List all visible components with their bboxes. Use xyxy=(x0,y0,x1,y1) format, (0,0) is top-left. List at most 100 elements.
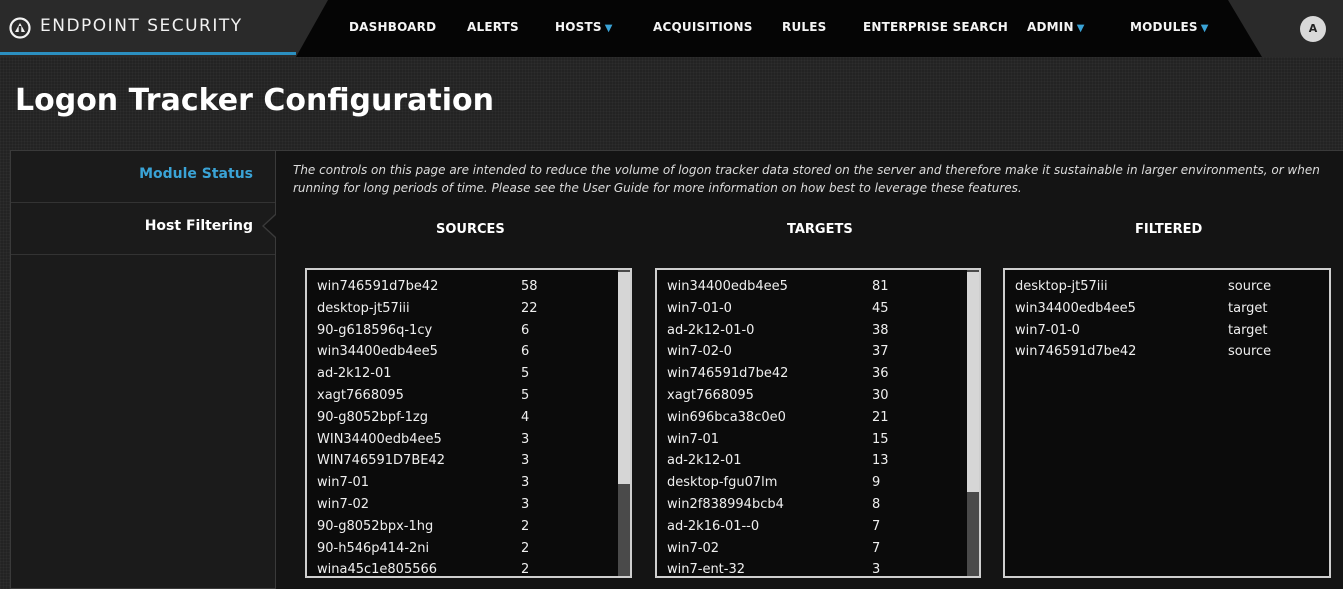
list-item[interactable]: win746591d7be42 source xyxy=(1015,344,1315,366)
host-name: win7-01-0 xyxy=(667,300,732,316)
list-item[interactable]: win7-01-0 45 xyxy=(667,301,967,323)
nav-modules[interactable]: MODULES ▼ xyxy=(1130,20,1209,34)
list-item[interactable]: win34400edb4ee5 target xyxy=(1015,301,1315,323)
list-item[interactable]: xagt7668095 30 xyxy=(667,388,967,410)
sidebar-item-host-filtering[interactable]: Host Filtering xyxy=(11,203,275,255)
filter-type: target xyxy=(1228,300,1268,316)
targets-header: TARGETS xyxy=(787,222,853,237)
host-name: WIN34400edb4ee5 xyxy=(317,431,442,447)
host-count: 2 xyxy=(521,540,530,556)
active-pointer-fill xyxy=(264,215,276,237)
filter-type: source xyxy=(1228,279,1272,294)
sources-list[interactable]: wina45c1e805566 2 90-h546p414-2ni 2 90-g8052… xyxy=(305,268,632,578)
list-item[interactable]: win7-02 3 xyxy=(317,497,617,519)
list-item[interactable]: win7-ent-32 3 xyxy=(667,562,967,576)
list-item[interactable]: win7-02 7 xyxy=(667,541,967,563)
list-item[interactable]: desktop-jt57iii source xyxy=(1015,279,1315,301)
host-name: xagt7668095 xyxy=(317,388,404,403)
host-name: win7-01-0 xyxy=(1015,322,1080,338)
sidebar-item-label: Host Filtering xyxy=(144,218,253,234)
list-item[interactable]: 90-g8052bpx-1hg 2 xyxy=(317,519,617,541)
host-count: 3 xyxy=(521,453,530,469)
host-count: 15 xyxy=(872,431,889,447)
host-count: 3 xyxy=(521,497,530,512)
list-item[interactable]: ad-2k16-01--0 7 xyxy=(667,519,967,541)
nav-dashboard[interactable]: DASHBOARD xyxy=(349,20,436,34)
host-count: 3 xyxy=(521,431,530,447)
filtered-list[interactable]: win746591d7be42 source win7-01-0 target win3… xyxy=(1003,268,1331,578)
chevron-down-icon: ▼ xyxy=(604,23,613,34)
host-name: 90-g8052bpx-1hg xyxy=(317,518,434,534)
host-count: 38 xyxy=(872,322,889,338)
list-item[interactable]: ad-2k12-01-0 38 xyxy=(667,323,967,345)
nav-label: DASHBOARD xyxy=(349,20,437,34)
host-count: 21 xyxy=(872,409,889,425)
host-name: 90-g8052bpf-1zg xyxy=(317,409,428,425)
host-count: 81 xyxy=(872,279,889,294)
list-item[interactable]: win746591d7be42 58 xyxy=(317,279,617,301)
host-name: win746591d7be42 xyxy=(667,366,789,382)
filter-type: source xyxy=(1228,344,1272,360)
targets-scrollbar[interactable] xyxy=(967,270,979,576)
host-name: win7-02-0 xyxy=(667,344,732,360)
filter-type: target xyxy=(1228,322,1268,338)
host-name: win34400edb4ee5 xyxy=(1015,300,1136,316)
host-count: 4 xyxy=(521,409,530,425)
host-name: 90-g618596q-1cy xyxy=(317,322,433,338)
host-name: win34400edb4ee5 xyxy=(317,344,438,360)
list-item[interactable]: win696bca38c0e0 21 xyxy=(667,410,967,432)
nav-hosts[interactable]: HOSTS ▼ xyxy=(555,20,613,34)
host-name: ad-2k12-01 xyxy=(317,366,392,382)
list-item[interactable]: ad-2k12-01 13 xyxy=(667,453,967,475)
list-item[interactable]: win7-01-0 target xyxy=(1015,323,1315,345)
list-item[interactable]: win2f838994bcb4 8 xyxy=(667,497,967,519)
host-count: 9 xyxy=(872,475,881,491)
list-item[interactable]: win746591d7be42 36 xyxy=(667,366,967,388)
sources-scrollbar[interactable] xyxy=(618,270,630,576)
host-count: 3 xyxy=(521,475,530,491)
list-item[interactable]: desktop-jt57iii 22 xyxy=(317,301,617,323)
sources-scroll-thumb[interactable] xyxy=(618,272,630,484)
host-count: 36 xyxy=(872,366,889,382)
list-item[interactable]: WIN34400edb4ee5 3 xyxy=(317,432,617,454)
list-item[interactable]: desktop-fgu07lm 9 xyxy=(667,475,967,497)
list-item[interactable]: win7-01 3 xyxy=(317,475,617,497)
list-item[interactable]: win7-02-0 37 xyxy=(667,344,967,366)
targets-list[interactable]: win7-ent-32 3 win7-02 7 ad-2k16-01--0 7 win2f8… xyxy=(655,268,981,578)
sidebar: Module Status Host Filtering xyxy=(10,150,276,589)
nav-label: HOSTS xyxy=(555,20,602,34)
nav-admin[interactable]: ADMIN ▼ xyxy=(1027,20,1085,34)
host-count: 58 xyxy=(521,279,538,294)
targets-scroll-thumb[interactable] xyxy=(967,272,979,492)
host-name: win696bca38c0e0 xyxy=(667,409,786,425)
host-name: win7-02 xyxy=(317,497,369,512)
list-item[interactable]: WIN746591D7BE42 3 xyxy=(317,453,617,475)
sidebar-item-label: Module Status xyxy=(139,166,253,182)
list-item[interactable]: win7-01 15 xyxy=(667,432,967,454)
nav-label: ENTERPRISE SEARCH xyxy=(863,20,1008,34)
nav-enterprise-search[interactable]: ENTERPRISE SEARCH xyxy=(863,20,1008,34)
chevron-down-icon: ▼ xyxy=(1200,23,1209,34)
brand-name: ENDPOINT SECURITY xyxy=(40,16,243,36)
host-name: desktop-jt57iii xyxy=(317,300,410,316)
nav-alerts[interactable]: ALERTS xyxy=(467,20,519,34)
list-item[interactable]: 90-h546p414-2ni 2 xyxy=(317,541,617,563)
list-item[interactable]: win34400edb4ee5 81 xyxy=(667,279,967,301)
host-count: 5 xyxy=(521,388,530,403)
host-count: 5 xyxy=(521,366,530,382)
list-item[interactable]: xagt7668095 5 xyxy=(317,388,617,410)
list-item[interactable]: 90-g8052bpf-1zg 4 xyxy=(317,410,617,432)
brand-area[interactable]: ENDPOINT SECURITY xyxy=(0,0,328,57)
list-item[interactable]: wina45c1e805566 2 xyxy=(317,562,617,576)
page-title: Logon Tracker Configuration xyxy=(15,83,495,118)
nav-label: RULES xyxy=(782,20,827,34)
nav-acquisitions[interactable]: ACQUISITIONS xyxy=(653,20,753,34)
endpoint-logo-icon xyxy=(9,17,31,39)
list-item[interactable]: 90-g618596q-1cy 6 xyxy=(317,323,617,345)
host-name: ad-2k12-01-0 xyxy=(667,322,755,338)
list-item[interactable]: win34400edb4ee5 6 xyxy=(317,344,617,366)
avatar[interactable]: A xyxy=(1300,16,1326,42)
nav-rules[interactable]: RULES xyxy=(782,20,826,34)
sidebar-item-module-status[interactable]: Module Status xyxy=(11,151,275,203)
list-item[interactable]: ad-2k12-01 5 xyxy=(317,366,617,388)
